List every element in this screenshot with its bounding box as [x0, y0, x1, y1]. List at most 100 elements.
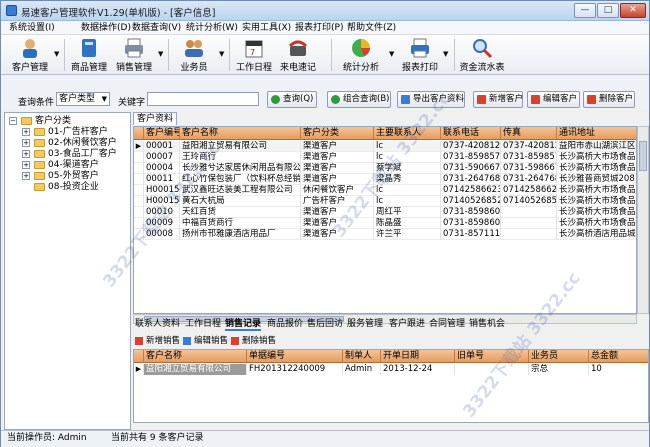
- column-header-id[interactable]: 客户编号: [144, 127, 180, 140]
- row-indicator: [134, 163, 144, 174]
- column-header-salesperson[interactable]: 业务员: [529, 350, 589, 363]
- table-row[interactable]: 00009中福百货商行渠道客户陈晶盛0731-85986003长沙高桥大市场食品: [134, 218, 636, 229]
- record-count-status: 当前共有 9 条客户记录: [111, 433, 204, 443]
- toolbar-call-notes[interactable]: 来电速记: [277, 37, 319, 73]
- expand-icon[interactable]: +: [22, 161, 30, 169]
- toolbar-product-management[interactable]: 商品管理: [68, 37, 110, 73]
- calendar-icon: 7: [245, 40, 263, 58]
- column-header-address[interactable]: 通讯地址: [557, 127, 636, 140]
- tab-opportunities[interactable]: 销售机会: [469, 318, 505, 331]
- tab-customer-info[interactable]: 客户资料: [133, 112, 177, 125]
- combined-query-label: 组合查询(B): [343, 94, 390, 104]
- expand-icon[interactable]: +: [22, 172, 30, 180]
- column-header-name[interactable]: 客户名称: [180, 127, 301, 140]
- expand-icon[interactable]: +: [22, 150, 30, 158]
- toolbar-salesperson[interactable]: 业务员: [173, 37, 215, 73]
- column-header-total[interactable]: 总金额: [589, 350, 648, 363]
- tab-after-sales[interactable]: 售后回访: [307, 318, 343, 331]
- cell-name: 扬州市邗雅康酒店用品厂: [180, 229, 301, 240]
- menu-data-query[interactable]: 数据查询(V): [132, 22, 181, 34]
- add-sale-button[interactable]: 新增销售: [135, 335, 180, 347]
- maximize-button[interactable]: □: [597, 3, 619, 18]
- column-header-category[interactable]: 客户分类: [301, 127, 374, 140]
- toolbar-separator: [331, 39, 332, 71]
- table-row[interactable]: ▶ 益阳湘立贸易有限公司 FH201312240009 Admin 2013-12-24…: [134, 364, 648, 375]
- minimize-button[interactable]: —: [574, 3, 596, 18]
- cell-phone: 0731-85711112: [443, 229, 501, 240]
- folder-icon: [34, 150, 45, 158]
- expand-icon[interactable]: +: [22, 128, 30, 136]
- menu-report-print[interactable]: 报表打印(P): [295, 22, 343, 34]
- tab-quotes[interactable]: 商品报价: [267, 318, 303, 331]
- toolbar-label: 商品管理: [70, 63, 107, 73]
- cell-fax: 0731-85985792: [501, 152, 557, 163]
- cell-date: 2013-12-24: [381, 364, 455, 375]
- toolbar-cash-flow[interactable]: 资金流水表: [458, 37, 506, 73]
- toolbar-sales-management[interactable]: 销售管理: [113, 37, 155, 73]
- menu-data-ops[interactable]: 数据操作(D): [81, 22, 131, 34]
- menu-system-settings[interactable]: 系统设置(I): [9, 22, 55, 34]
- tab-follow-up[interactable]: 客户跟进: [389, 318, 425, 331]
- toolbar-dropdown-arrow[interactable]: ▼: [158, 50, 163, 58]
- toolbar-label: 来电速记: [279, 63, 316, 73]
- toolbar-statistics[interactable]: 统计分析: [337, 37, 385, 73]
- sales-table: 客户名称 单据编号 制单人 开单日期 旧单号 业务员 总金额 ▶ 益阳湘立贸易有限…: [133, 349, 649, 423]
- folder-icon: [21, 117, 32, 125]
- delete-customer-button[interactable]: 删除客户: [583, 91, 635, 108]
- expand-icon[interactable]: +: [22, 139, 30, 147]
- column-header-fax[interactable]: 传真: [501, 127, 557, 140]
- search-field-select[interactable]: 客户类型 ▼: [56, 92, 110, 106]
- toolbar-customer-management[interactable]: 客户管理: [9, 37, 51, 73]
- cell-id: 00001: [144, 141, 180, 152]
- toolbar-label: 统计分析: [342, 63, 379, 73]
- add-customer-button[interactable]: 新增客户: [473, 91, 523, 108]
- cell-phone: 07142586623: [443, 185, 501, 196]
- column-header-doc-no[interactable]: 单据编号: [247, 350, 343, 363]
- combined-query-button[interactable]: 组合查询(B): [327, 91, 391, 108]
- cell-fax: [501, 218, 557, 229]
- menu-help[interactable]: 帮助文件(Z): [347, 22, 396, 34]
- table-row[interactable]: H000156黄石大杭局广告杆客户lc071405268520714052685…: [134, 196, 636, 207]
- toolbar-dropdown-arrow[interactable]: ▼: [389, 50, 394, 58]
- tab-contracts[interactable]: 合同管理: [429, 318, 465, 331]
- close-button[interactable]: ✕: [620, 3, 646, 18]
- table-row[interactable]: 00010天红百货渠道客户周红平0731-85986016长沙高桥大市场食品: [134, 207, 636, 218]
- cell-name: 武汉鑫旺达装美工程有限公司: [180, 185, 301, 196]
- cell-customer-name: 益阳湘立贸易有限公司: [144, 364, 247, 375]
- table-row[interactable]: 00008扬州市邗雅康酒店用品厂渠道客户许兰平0731-85711112长沙高桥…: [134, 229, 636, 240]
- app-logo-icon: [6, 5, 17, 16]
- keyword-input[interactable]: [147, 92, 259, 106]
- toolbar-separator: [454, 39, 455, 71]
- title-bar: 易速客户管理软件V1.29(单机版) - [客户信息] — □ ✕: [1, 1, 649, 21]
- toolbar-report-print[interactable]: 报表打印: [399, 37, 441, 73]
- delete-sale-button[interactable]: 删除销售: [231, 335, 276, 347]
- search-field-value: 客户类型: [59, 94, 96, 104]
- vertical-scrollbar[interactable]: [637, 126, 649, 314]
- toolbar-dropdown-arrow[interactable]: ▼: [54, 50, 59, 58]
- column-header-date[interactable]: 开单日期: [381, 350, 455, 363]
- cell-contact: 许兰平: [374, 229, 441, 240]
- toolbar-dropdown-arrow[interactable]: ▼: [219, 50, 224, 58]
- delete-icon: [231, 337, 239, 345]
- edit-sale-button[interactable]: 编辑销售: [183, 335, 228, 347]
- cell-address: 长沙高桥酒店用品城: [557, 229, 636, 240]
- collapse-icon[interactable]: −: [9, 117, 17, 125]
- cell-id: 00007: [144, 152, 180, 163]
- toolbar-work-schedule[interactable]: 7 工作日程: [233, 37, 275, 73]
- edit-customer-button[interactable]: 编辑客户: [527, 91, 580, 108]
- query-button[interactable]: 查询(Q): [267, 91, 317, 108]
- tab-service[interactable]: 服务管理: [347, 318, 383, 331]
- toolbar-dropdown-arrow[interactable]: ▼: [443, 50, 448, 58]
- menu-tools[interactable]: 实用工具(X): [242, 22, 291, 34]
- column-header-creator[interactable]: 制单人: [343, 350, 381, 363]
- menu-statistics[interactable]: 统计分析(W): [186, 22, 238, 34]
- column-header-phone[interactable]: 联系电话: [441, 127, 501, 140]
- cell-total: 10: [589, 364, 648, 375]
- tab-sales-records[interactable]: 销售记录: [225, 318, 262, 331]
- cell-fax: 07140526852: [503, 196, 557, 207]
- tab-contacts[interactable]: 联系人资料: [135, 318, 180, 331]
- scrollbar-thumb[interactable]: [639, 141, 647, 171]
- column-header-customer-name[interactable]: 客户名称: [144, 350, 247, 363]
- tab-work-schedule[interactable]: 工作日程: [185, 318, 221, 331]
- cell-contact: 周红平: [374, 207, 441, 218]
